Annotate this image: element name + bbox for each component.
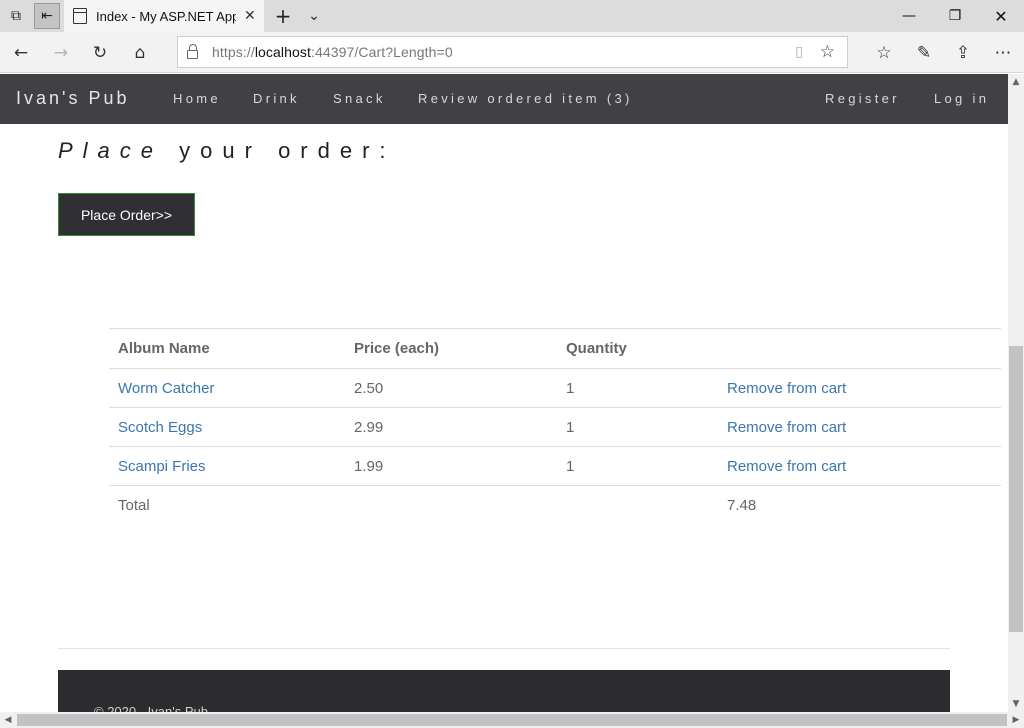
- table-row: Worm Catcher 2.50 1 Remove from cart: [109, 368, 1001, 408]
- scroll-down-icon[interactable]: ▼: [1008, 696, 1024, 712]
- scroll-left-icon[interactable]: ◀: [0, 712, 16, 728]
- cart-table: Album Name Price (each) Quantity Worm Ca…: [109, 328, 1001, 525]
- item-quantity: 1: [557, 446, 718, 486]
- horizontal-scroll-thumb[interactable]: [17, 714, 1007, 726]
- url-text[interactable]: https://localhost:44397/Cart?Length=0: [212, 44, 453, 60]
- browser-tab[interactable]: Index - My ASP.NET App ✕: [64, 0, 264, 32]
- item-price: 1.99: [345, 446, 557, 486]
- forward-arrow-icon[interactable]: →: [48, 40, 74, 66]
- refresh-icon[interactable]: ↻: [87, 40, 113, 66]
- reading-view-icon[interactable]: ▯: [795, 44, 803, 60]
- scroll-right-icon[interactable]: ▶: [1008, 712, 1024, 728]
- item-name-link[interactable]: Worm Catcher: [118, 380, 214, 397]
- scroll-up-icon[interactable]: ▲: [1008, 74, 1024, 90]
- tab-close-icon[interactable]: ✕: [244, 8, 256, 24]
- item-quantity: 1: [557, 407, 718, 447]
- set-aside-tabs-icon[interactable]: ⇤: [34, 3, 60, 29]
- item-price: 2.50: [345, 368, 557, 408]
- url-host: localhost: [254, 44, 311, 60]
- column-header: [718, 328, 1001, 369]
- tab-actions-icon[interactable]: ⧉: [3, 3, 29, 29]
- horizontal-scrollbar[interactable]: ◀ ▶: [0, 712, 1024, 728]
- url-scheme: https://: [212, 44, 255, 60]
- pen-icon[interactable]: ✎: [911, 40, 937, 66]
- nav-login[interactable]: Log in: [934, 91, 989, 106]
- site-brand[interactable]: Ivan's Pub: [16, 88, 130, 109]
- item-name-link[interactable]: Scotch Eggs: [118, 419, 202, 436]
- lock-icon: [187, 43, 198, 59]
- home-icon[interactable]: ⌂: [127, 40, 153, 66]
- vertical-scroll-thumb[interactable]: [1009, 346, 1023, 632]
- share-icon[interactable]: ⇪: [950, 40, 976, 66]
- vertical-scrollbar[interactable]: ▲ ▼: [1008, 74, 1024, 712]
- nav-snack[interactable]: Snack: [333, 91, 386, 106]
- page-icon: [73, 8, 87, 24]
- page-title: Place your order:: [58, 138, 396, 164]
- column-header: Price (each): [345, 328, 557, 369]
- column-header: Quantity: [557, 328, 718, 369]
- remove-from-cart-link[interactable]: Remove from cart: [727, 380, 846, 397]
- total-row: Total 7.48: [109, 485, 1001, 525]
- browser-tab-bar: ⧉ ⇤ Index - My ASP.NET App ✕ + ⌄ — ❐ ✕: [0, 0, 1024, 32]
- table-row: Scampi Fries 1.99 1 Remove from cart: [109, 446, 1001, 486]
- remove-from-cart-link[interactable]: Remove from cart: [727, 458, 846, 475]
- remove-from-cart-link[interactable]: Remove from cart: [727, 419, 846, 436]
- tab-title: Index - My ASP.NET App: [96, 8, 236, 24]
- close-window-icon[interactable]: ✕: [978, 0, 1024, 32]
- item-price: 2.99: [345, 407, 557, 447]
- footer-copyright: © 2020 - Ivan's Pub: [94, 704, 208, 712]
- nav-home[interactable]: Home: [173, 91, 221, 106]
- table-row: Scotch Eggs 2.99 1 Remove from cart: [109, 407, 1001, 447]
- more-icon[interactable]: ⋯: [990, 40, 1016, 66]
- address-bar[interactable]: https://localhost:44397/Cart?Length=0 ▯ …: [177, 36, 848, 68]
- page-title-emphasis: Place: [58, 138, 164, 163]
- minimize-icon[interactable]: —: [886, 0, 932, 32]
- site-footer: © 2020 - Ivan's Pub: [58, 670, 950, 712]
- nav-drink[interactable]: Drink: [253, 91, 300, 106]
- item-quantity: 1: [557, 368, 718, 408]
- place-order-button[interactable]: Place Order>>: [58, 193, 195, 236]
- table-header-row: Album Name Price (each) Quantity: [109, 328, 1001, 369]
- total-value: 7.48: [718, 485, 1001, 525]
- column-header: Album Name: [109, 328, 345, 369]
- page-title-rest: your order:: [163, 138, 396, 163]
- favorites-icon[interactable]: ☆: [871, 40, 897, 66]
- url-path: :44397/Cart?Length=0: [310, 44, 453, 60]
- item-name-link[interactable]: Scampi Fries: [118, 458, 206, 475]
- back-arrow-icon[interactable]: ←: [8, 40, 34, 66]
- total-label: Total: [109, 485, 345, 525]
- nav-review-ordered[interactable]: Review ordered item (3): [418, 91, 633, 106]
- star-icon[interactable]: ☆: [820, 42, 835, 62]
- new-tab-icon[interactable]: +: [270, 3, 296, 29]
- restore-icon[interactable]: ❐: [932, 0, 978, 32]
- site-navbar: Ivan's Pub Home Drink Snack Review order…: [0, 74, 1008, 124]
- page-viewport: Ivan's Pub Home Drink Snack Review order…: [0, 74, 1008, 712]
- nav-register[interactable]: Register: [825, 91, 900, 106]
- chevron-down-icon[interactable]: ⌄: [301, 3, 327, 29]
- footer-divider: [58, 648, 950, 649]
